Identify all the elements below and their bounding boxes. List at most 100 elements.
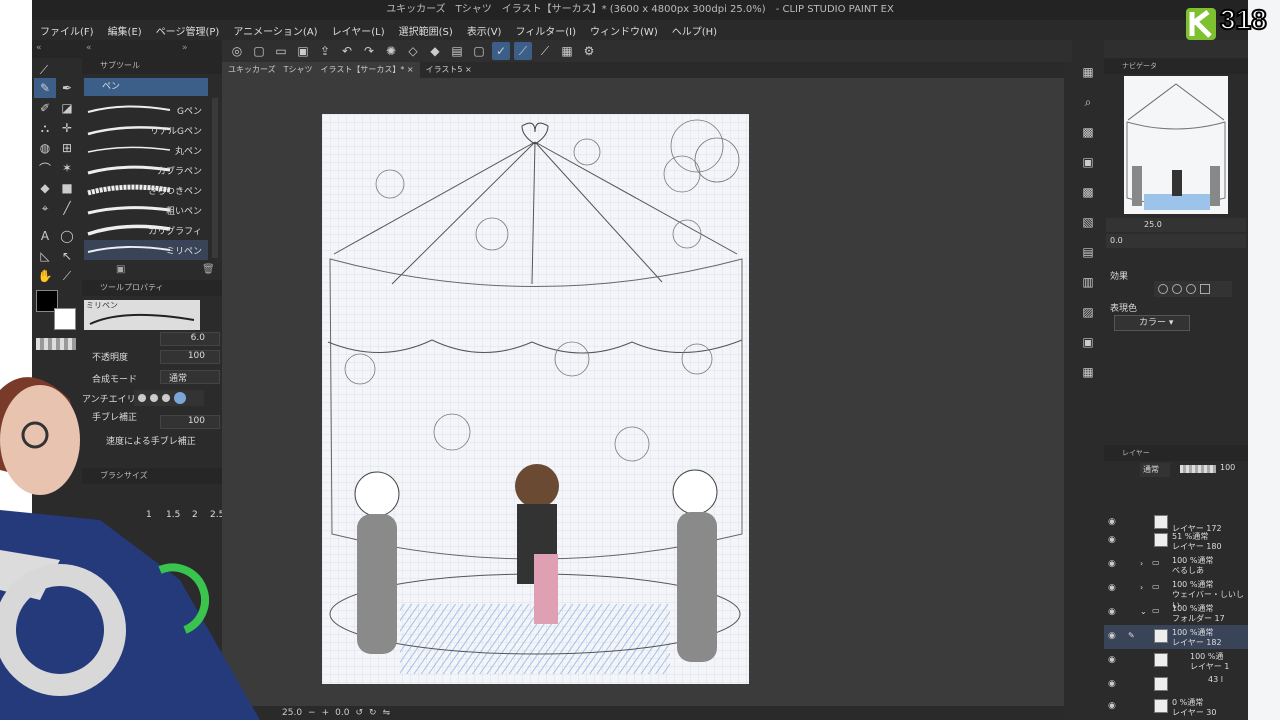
navigator-angle[interactable]: 0.0 (1106, 234, 1246, 248)
rotate-right-icon[interactable]: ↻ (369, 708, 377, 718)
subtool-scrollbar[interactable] (212, 98, 218, 258)
menu-file[interactable]: ファイル(F) (40, 23, 94, 38)
subtool-group-tab[interactable]: ペン (84, 78, 208, 96)
search-icon[interactable]: ⌕ (1078, 92, 1098, 112)
lasso-icon[interactable]: ⌒ (34, 158, 56, 178)
eye-icon[interactable]: ◉ (1108, 559, 1116, 569)
navigator-zoom[interactable]: 25.0 (1106, 218, 1246, 232)
zoom-in-icon[interactable]: + (322, 708, 330, 718)
pen-item-milli[interactable]: ミリペン (84, 240, 208, 260)
rotate-left-icon[interactable]: ↺ (355, 708, 363, 718)
pen-item-zaratsuki[interactable]: さらつきペン (84, 180, 208, 200)
menu-window[interactable]: ウィンドウ(W) (590, 23, 658, 38)
angle-value[interactable]: 0.0 (335, 708, 349, 718)
image-icon[interactable]: ▣ (1078, 152, 1098, 172)
move-icon[interactable]: ✛ (56, 118, 78, 138)
layer-folder-row[interactable]: ◉ › ▭ 100 %通常 べるしあ (1104, 553, 1248, 577)
material-icon[interactable]: ▩ (1078, 182, 1098, 202)
sub-color-swatch[interactable] (54, 308, 76, 330)
pen-item-kabura[interactable]: カブラペン (84, 160, 208, 180)
blend-mode-select[interactable]: 通常 (1140, 463, 1170, 477)
export-icon[interactable]: ⇪ (316, 42, 334, 60)
document-icon[interactable]: ▦ (558, 42, 576, 60)
opacity-slider[interactable] (1180, 465, 1216, 473)
menu-view[interactable]: 表示(V) (467, 23, 502, 38)
stabilize-icon[interactable]: ✓ (492, 42, 510, 60)
fill-icon[interactable]: ◆ (426, 42, 444, 60)
eye-icon[interactable]: ◉ (1108, 655, 1116, 665)
layer-row[interactable]: ◉ 0 %通常 レイヤー 30 (1104, 695, 1248, 719)
pen-item-arai[interactable]: 粗いペン (84, 200, 208, 220)
layer-row[interactable]: ◉ 100 %通 レイヤー 1 (1104, 649, 1248, 673)
navigator-thumbnail[interactable] (1124, 76, 1228, 214)
line-icon[interactable]: ╱ (56, 198, 78, 218)
layer-opacity-value[interactable]: 100 (1220, 463, 1235, 472)
transparent-color-swatch[interactable] (36, 338, 76, 350)
tool-sub-icon[interactable]: ⟋ (33, 60, 55, 80)
flip-icon[interactable]: ⇋ (383, 708, 391, 718)
grid-icon[interactable]: ▤ (448, 42, 466, 60)
hand-icon[interactable]: ✋ (34, 266, 56, 286)
layer-folder-row[interactable]: ◉ › ▭ 100 %通常 ウェイバー・しいしい (1104, 577, 1248, 610)
balloon-icon[interactable]: ◯ (56, 226, 78, 246)
transform-icon[interactable]: ◇ (404, 42, 422, 60)
subtool-delete-icon[interactable]: 🗑 (202, 264, 215, 275)
panel-icon[interactable]: ▦ (1078, 362, 1098, 382)
settings-icon[interactable]: ⚙ (580, 42, 598, 60)
collapse-icon[interactable]: » (182, 43, 188, 53)
tone-icon[interactable]: ▧ (1078, 212, 1098, 232)
eye-icon[interactable]: ◉ (1108, 583, 1116, 593)
text-tool-icon[interactable]: A (34, 226, 56, 246)
drawing-canvas[interactable] (322, 114, 749, 684)
navigator-tab-icon[interactable]: ▦ (1078, 62, 1098, 82)
clipboard-icon[interactable]: ▨ (1078, 302, 1098, 322)
gradient-icon[interactable]: ■ (56, 178, 78, 198)
fill-bucket-icon[interactable]: ◆ (34, 178, 56, 198)
expand-icon[interactable]: › (1140, 583, 1143, 592)
layer-row[interactable]: ◉ 51 %通常 レイヤー 180 (1104, 529, 1248, 553)
redo-icon[interactable]: ↷ (360, 42, 378, 60)
menu-animation[interactable]: アニメーション(A) (233, 23, 317, 38)
app-icon[interactable]: ◎ (228, 42, 246, 60)
extract-line-icon[interactable] (1200, 284, 1210, 294)
line-fix-icon[interactable]: ⟋ (514, 42, 532, 60)
pen-nib-icon[interactable]: ✒ (56, 78, 78, 98)
book-icon[interactable]: ▤ (1078, 242, 1098, 262)
pen-item-calligraphy[interactable]: カリグラフィ (84, 220, 208, 240)
pen-tool-icon[interactable]: ✎ (34, 78, 56, 98)
ruler-icon[interactable]: ◺ (34, 246, 56, 266)
eyedrop-select-icon[interactable]: ⌖ (34, 198, 56, 218)
object-tool-icon[interactable]: ⛬ (34, 118, 56, 138)
layer-row[interactable]: ◉ 43 l (1104, 673, 1248, 697)
color-effect-icon[interactable] (1186, 284, 1196, 294)
eyedropper-icon[interactable]: ⟋ (56, 266, 78, 286)
expand-icon[interactable]: › (1140, 559, 1143, 568)
menu-help[interactable]: ヘルプ(H) (672, 23, 717, 38)
eye-icon[interactable]: ◉ (1108, 701, 1116, 711)
tone-effect-icon[interactable] (1172, 284, 1182, 294)
eye-icon[interactable]: ◉ (1108, 535, 1116, 545)
eye-icon[interactable]: ◉ (1108, 517, 1116, 527)
pen-item-real-g[interactable]: リアルGペン (84, 120, 208, 140)
magic-wand-icon[interactable]: ✶ (56, 158, 78, 178)
material-icon[interactable]: ▩ (1078, 122, 1098, 142)
save-icon[interactable]: ▣ (294, 42, 312, 60)
new-file-icon[interactable]: ▢ (250, 42, 268, 60)
tab-illust5[interactable]: イラスト5 × (420, 62, 478, 78)
menu-filter[interactable]: フィルター(I) (515, 23, 576, 38)
layer-property-icon[interactable]: ▥ (1078, 272, 1098, 292)
zoom-value[interactable]: 25.0 (282, 708, 302, 718)
clear-icon[interactable]: ▢ (470, 42, 488, 60)
pen-check-icon[interactable]: ⟋ (536, 42, 554, 60)
image-icon[interactable]: ▣ (1078, 332, 1098, 352)
menu-page[interactable]: ページ管理(P) (156, 23, 220, 38)
open-folder-icon[interactable]: ▭ (272, 42, 290, 60)
menu-selection[interactable]: 選択範囲(S) (399, 23, 453, 38)
subtool-settings-icon[interactable]: ▣ (116, 264, 125, 275)
eraser-icon[interactable]: ◪ (56, 98, 78, 118)
blend-tool-icon[interactable]: ◍ (34, 138, 56, 158)
collapse-icon[interactable]: « (36, 43, 42, 53)
operation-icon[interactable]: ↖ (56, 246, 78, 266)
expression-color-select[interactable]: カラー ▾ (1114, 315, 1190, 331)
menu-edit[interactable]: 編集(E) (108, 23, 142, 38)
